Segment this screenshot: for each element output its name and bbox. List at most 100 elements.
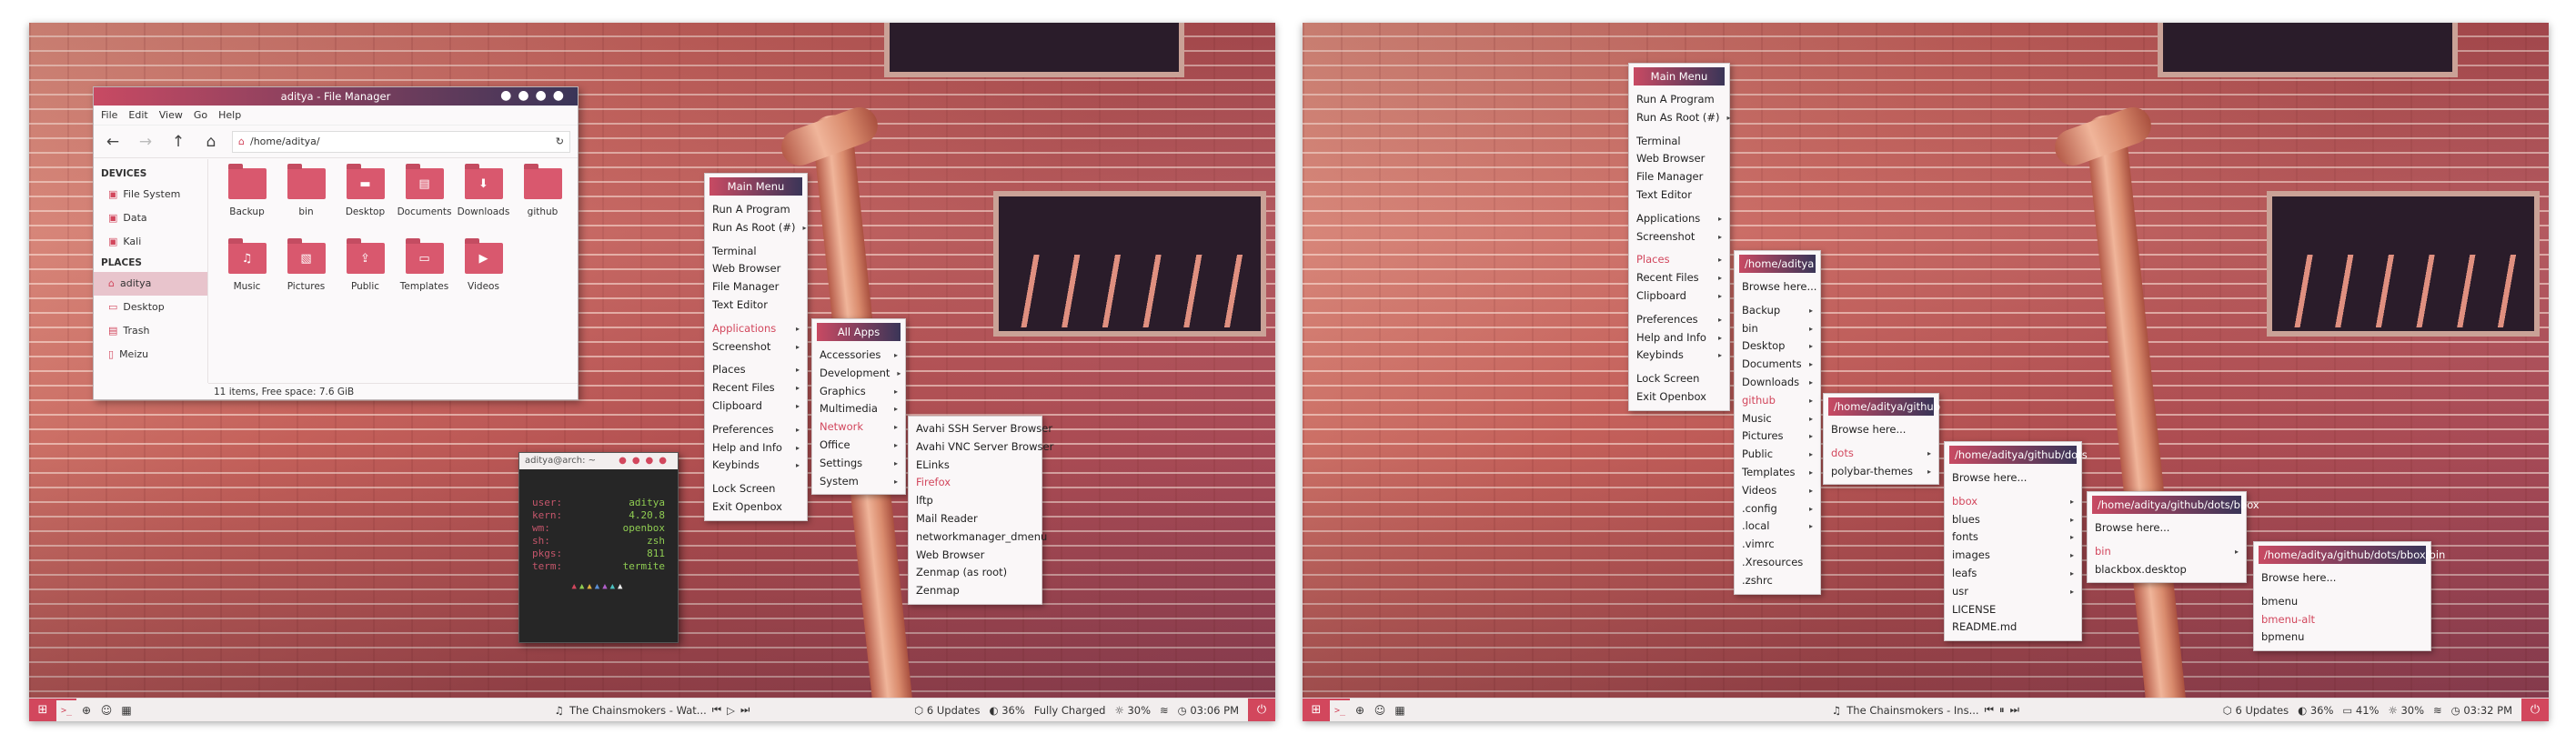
menu-item-run-as-root[interactable]: Run As Root (#) ▸ xyxy=(705,219,807,237)
updates-indicator[interactable]: ⬡ 6 Updates xyxy=(914,704,980,717)
menu-item-web-browser[interactable]: Web Browser xyxy=(705,260,807,278)
next-icon[interactable]: ⏭ xyxy=(740,703,750,717)
reload-icon[interactable]: ↻ xyxy=(556,136,564,147)
wifi-icon[interactable]: ≋ xyxy=(2433,704,2442,717)
terminal-icon[interactable]: >_ xyxy=(1330,698,1350,722)
menu-item-xresources[interactable]: .Xresources xyxy=(1735,554,1820,572)
menu-item-images[interactable]: images ▸ xyxy=(1945,547,2081,565)
menu-item-settings[interactable]: Settings ▸ xyxy=(812,455,905,473)
globe-icon[interactable]: ⊕ xyxy=(76,699,96,722)
menu-item-system[interactable]: System ▸ xyxy=(812,473,905,491)
menu-item-browse-here[interactable]: Browse here... xyxy=(1735,278,1820,297)
power-icon[interactable]: ⏻ xyxy=(2521,698,2549,721)
next-icon[interactable]: ⏭ xyxy=(2010,703,2019,717)
calculator-icon[interactable]: ▦ xyxy=(116,699,136,722)
sidebar-item-trash[interactable]: ▤ Trash xyxy=(94,319,207,343)
menu-item-lock-screen[interactable]: Lock Screen xyxy=(1629,370,1729,388)
menu-item-file-manager[interactable]: File Manager xyxy=(705,278,807,297)
menu-help[interactable]: Help xyxy=(218,109,241,121)
menu-item-exit-openbox[interactable]: Exit Openbox xyxy=(1629,388,1729,407)
menu-item-places[interactable]: Places ▸ xyxy=(1629,251,1729,269)
folder-item[interactable]: Backup xyxy=(217,164,277,243)
menu-item-downloads[interactable]: Downloads ▸ xyxy=(1735,374,1820,392)
menu-item-vimrc[interactable]: .vimrc xyxy=(1735,536,1820,554)
menu-item-accessories[interactable]: Accessories ▸ xyxy=(812,347,905,365)
menu-item-readme[interactable]: README.md xyxy=(1945,618,2081,637)
menu-item-mail-reader[interactable]: Mail Reader xyxy=(909,510,1041,528)
folder-item[interactable]: ▤ Documents xyxy=(395,164,454,243)
mascot-icon[interactable]: ☺ xyxy=(1370,699,1390,722)
folder-item[interactable]: bin xyxy=(277,164,336,243)
menu-item-recent-files[interactable]: Recent Files ▸ xyxy=(705,379,807,397)
menu-item-github[interactable]: github ▸ xyxy=(1735,392,1820,410)
volume-indicator[interactable]: ☼ 30% xyxy=(1114,704,1151,717)
menu-item-web-browser[interactable]: Web Browser xyxy=(909,547,1041,565)
volume-indicator[interactable]: ☼ 30% xyxy=(2388,704,2424,717)
launcher-grid-icon[interactable]: ⊞ xyxy=(1303,698,1330,721)
menu-item-clipboard[interactable]: Clipboard ▸ xyxy=(1629,287,1729,306)
menu-item-bbox[interactable]: bbox ▸ xyxy=(1945,493,2081,511)
menu-item-applications[interactable]: Applications ▸ xyxy=(705,320,807,338)
menu-item-graphics[interactable]: Graphics ▸ xyxy=(812,383,905,401)
forward-arrow-icon[interactable]: → xyxy=(134,133,157,151)
battery-indicator[interactable]: ▭ 41% xyxy=(2342,704,2379,717)
menu-item-desktop[interactable]: Desktop ▸ xyxy=(1735,337,1820,356)
menu-item-bin[interactable]: bin ▸ xyxy=(2088,543,2246,561)
sidebar-item-aditya[interactable]: ⌂ aditya xyxy=(94,272,207,296)
pause-icon[interactable]: ⏸ xyxy=(1999,703,2005,717)
menu-item-config[interactable]: .config ▸ xyxy=(1735,500,1820,518)
terminal-window[interactable]: aditya@arch: ~ ●●●● user: aditya kern: 4.2… xyxy=(518,452,679,643)
menu-item-run-program[interactable]: Run A Program xyxy=(1629,91,1729,109)
menu-go[interactable]: Go xyxy=(194,109,207,121)
back-arrow-icon[interactable]: ← xyxy=(101,133,125,151)
launcher-grid-icon[interactable]: ⊞ xyxy=(29,698,56,721)
folder-item[interactable]: ▬ Desktop xyxy=(336,164,395,243)
menu-item-network[interactable]: Network ▸ xyxy=(812,418,905,437)
menu-item-keybinds[interactable]: Keybinds ▸ xyxy=(1629,347,1729,365)
menu-item-run-as-root[interactable]: Run As Root (#) ▸ xyxy=(1629,109,1731,127)
menu-item-applications[interactable]: Applications ▸ xyxy=(1629,210,1729,228)
menu-item-backup[interactable]: Backup ▸ xyxy=(1735,302,1820,320)
menu-item-firefox[interactable]: Firefox xyxy=(909,474,1041,492)
menu-item-web-browser[interactable]: Web Browser xyxy=(1629,150,1729,168)
folder-item[interactable]: ⇪ Public xyxy=(336,238,395,317)
menu-item-avahi-vnc[interactable]: Avahi VNC Server Browser xyxy=(909,438,1053,457)
menu-item-lock-screen[interactable]: Lock Screen xyxy=(705,480,807,498)
menu-item-places[interactable]: Places ▸ xyxy=(705,361,807,379)
menu-item-bin[interactable]: bin ▸ xyxy=(1735,320,1820,338)
sidebar-item-file-system[interactable]: ▣ File System xyxy=(94,183,207,206)
menu-item-local[interactable]: .local ▸ xyxy=(1735,518,1820,536)
menu-view[interactable]: View xyxy=(159,109,183,121)
menu-item-development[interactable]: Development ▸ xyxy=(812,365,905,383)
menu-item-lftp[interactable]: lftp xyxy=(909,492,1041,510)
folder-item[interactable]: ▭ Templates xyxy=(395,238,454,317)
window-controls[interactable]: ●●●● xyxy=(500,87,570,104)
menu-item-recent-files[interactable]: Recent Files ▸ xyxy=(1629,269,1729,287)
menu-item-avahi-ssh[interactable]: Avahi SSH Server Browser xyxy=(909,420,1052,438)
calculator-icon[interactable]: ▦ xyxy=(1390,699,1410,722)
menu-item-text-editor[interactable]: Text Editor xyxy=(1629,186,1729,205)
menu-item-leafs[interactable]: leafs ▸ xyxy=(1945,565,2081,583)
window-titlebar[interactable]: aditya - File Manager ●●●● xyxy=(94,87,578,106)
prev-icon[interactable]: ⏮ xyxy=(1985,703,1994,717)
menu-item-networkmanager-dmenu[interactable]: networkmanager_dmenu xyxy=(909,528,1047,547)
terminal-icon[interactable]: >_ xyxy=(56,698,76,722)
menu-item-keybinds[interactable]: Keybinds ▸ xyxy=(705,457,807,475)
menu-item-polybar-themes[interactable]: polybar-themes ▸ xyxy=(1824,463,1938,481)
menu-item-multimedia[interactable]: Multimedia ▸ xyxy=(812,400,905,418)
menu-item-preferences[interactable]: Preferences ▸ xyxy=(1629,311,1729,329)
menu-item-terminal[interactable]: Terminal xyxy=(1629,133,1729,151)
folder-item[interactable]: ♫ Music xyxy=(217,238,277,317)
menu-item-blackbox-desktop[interactable]: blackbox.desktop xyxy=(2088,561,2246,579)
up-arrow-icon[interactable]: ↑ xyxy=(166,133,190,151)
menu-file[interactable]: File xyxy=(101,109,117,121)
menu-item-zenmap[interactable]: Zenmap xyxy=(909,582,1041,600)
brightness-indicator[interactable]: ◐ 36% xyxy=(2298,704,2333,717)
menu-item-preferences[interactable]: Preferences ▸ xyxy=(705,421,807,439)
sidebar-item-kali[interactable]: ▣ Kali xyxy=(94,230,207,254)
menu-item-screenshot[interactable]: Screenshot ▸ xyxy=(1629,228,1729,246)
sidebar-item-data[interactable]: ▣ Data xyxy=(94,206,207,230)
menu-item-videos[interactable]: Videos ▸ xyxy=(1735,482,1820,500)
brightness-indicator[interactable]: ◐ 36% xyxy=(990,704,1025,717)
menu-item-license[interactable]: LICENSE xyxy=(1945,601,2081,619)
